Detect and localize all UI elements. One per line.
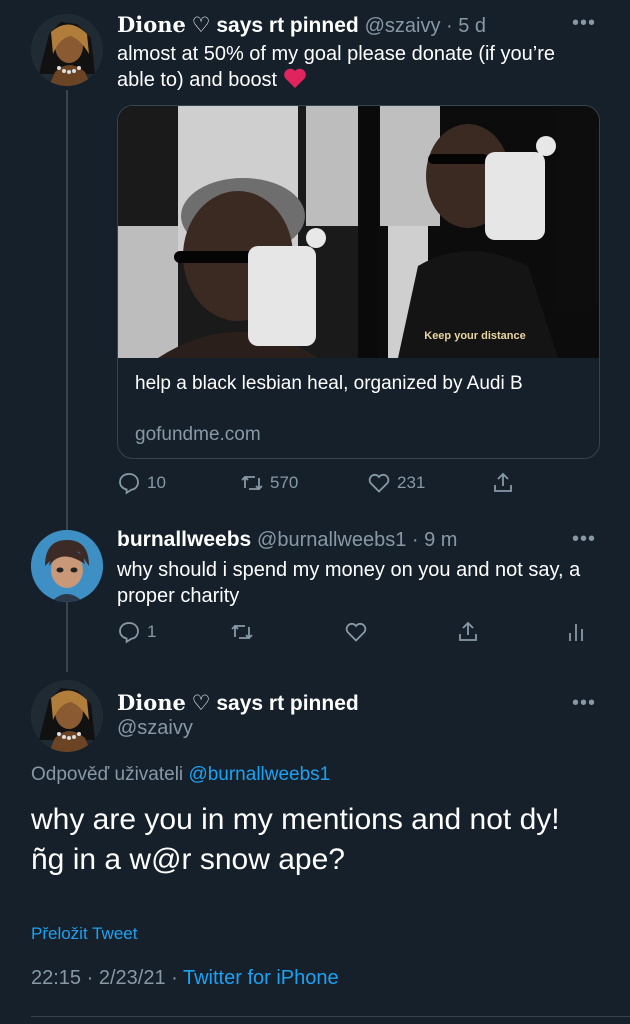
divider bbox=[31, 1016, 630, 1017]
tweet-text: why should i spend my money on you and n… bbox=[117, 559, 581, 607]
tweet-source[interactable]: Twitter for iPhone bbox=[183, 967, 339, 989]
tweet-date: 2/23/21 bbox=[98, 967, 166, 989]
like-button[interactable] bbox=[344, 620, 368, 644]
avatar[interactable] bbox=[31, 530, 103, 602]
avatar[interactable] bbox=[31, 680, 103, 752]
heart-icon bbox=[368, 473, 390, 493]
retweet-icon bbox=[231, 624, 253, 640]
share-button[interactable] bbox=[456, 620, 480, 644]
image-caption: Keep your distance bbox=[424, 330, 525, 342]
reply-button[interactable]: 10 bbox=[117, 471, 166, 495]
analytics-icon bbox=[569, 624, 583, 641]
share-icon bbox=[459, 621, 477, 641]
more-icon[interactable]: ••• bbox=[572, 528, 596, 551]
display-name[interactable]: burnallweebs @burnallweebs1 · 9 m bbox=[117, 528, 457, 552]
reply-to-link[interactable]: @burnallweebs1 bbox=[188, 764, 330, 785]
like-button[interactable]: 231 bbox=[367, 471, 425, 495]
retweet-icon bbox=[241, 475, 263, 491]
retweet-button[interactable] bbox=[230, 620, 254, 644]
tweet-text: almost at 50% of my goal please donate (… bbox=[117, 41, 577, 96]
tweet-time: 22:15 bbox=[31, 967, 82, 989]
card-title: help a black lesbian heal, organized by … bbox=[135, 373, 523, 394]
card-domain: gofundme.com bbox=[135, 424, 261, 445]
reply-button[interactable]: 1 bbox=[117, 620, 156, 644]
more-icon[interactable]: ••• bbox=[572, 692, 596, 715]
share-icon bbox=[494, 472, 512, 492]
translate-link[interactable]: Přeložit Tweet bbox=[31, 924, 137, 944]
display-name[interactable]: Dione ♡ says rt pinned @szaivy · 5 d bbox=[117, 12, 486, 38]
reply-context: Odpověď uživateli @burnallweebs1 bbox=[31, 764, 331, 785]
heart-icon bbox=[345, 622, 367, 642]
reply-icon bbox=[119, 473, 139, 495]
user-handle: @burnallweebs1 bbox=[257, 529, 407, 551]
tweet-meta: 22:15 · 2/23/21 · Twitter for iPhone bbox=[31, 967, 339, 989]
tweet-text: why are you in my mentions and not dy! ñ… bbox=[31, 803, 560, 876]
more-icon[interactable]: ••• bbox=[572, 12, 596, 35]
analytics-button[interactable] bbox=[564, 620, 588, 644]
reply-icon bbox=[119, 622, 139, 644]
user-handle: @szaivy bbox=[364, 15, 441, 37]
red-heart-emoji bbox=[283, 67, 307, 96]
user-handle[interactable]: @szaivy bbox=[117, 717, 193, 740]
tweet-time: 5 d bbox=[458, 15, 487, 37]
heart-outline-icon: ♡ bbox=[191, 692, 211, 715]
retweet-button[interactable]: 570 bbox=[240, 471, 298, 495]
card-image: Keep your distance bbox=[118, 106, 599, 358]
share-button[interactable] bbox=[491, 471, 515, 495]
link-card[interactable]: Keep your distance help a black lesbian … bbox=[117, 105, 600, 459]
avatar[interactable] bbox=[31, 14, 103, 86]
display-name[interactable]: Dione ♡ says rt pinned bbox=[117, 690, 359, 716]
heart-outline-icon: ♡ bbox=[191, 14, 211, 37]
tweet-time: 9 m bbox=[424, 529, 458, 551]
